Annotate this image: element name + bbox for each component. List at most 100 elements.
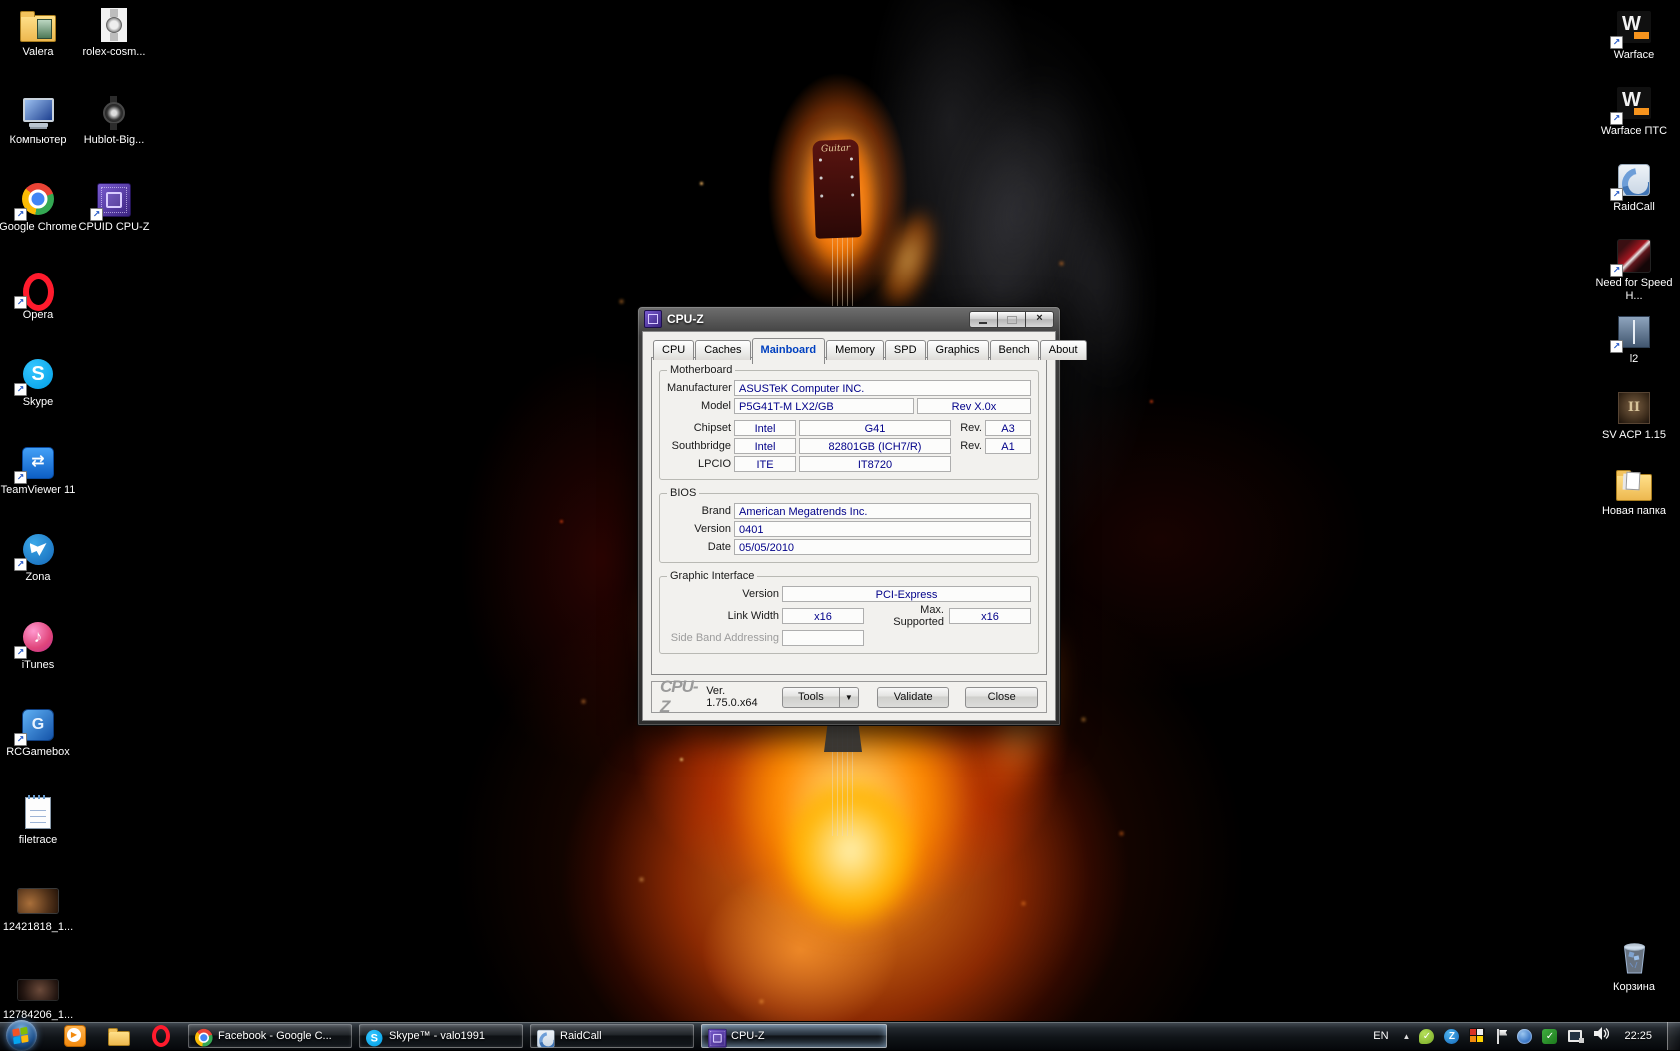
desktop-icon-новая-папка[interactable]: Новая папка (1586, 465, 1680, 518)
taskbar-button-raidcall[interactable]: RaidCall (530, 1024, 694, 1048)
desktop-icon-rolex-cosm[interactable]: rolex-cosm... (66, 6, 162, 59)
side-band-addressing-label: Side Band Addressing (667, 632, 779, 644)
window-titlebar[interactable]: CPU-Z × (642, 307, 1056, 331)
desktop-icon-sv-acp-1-15[interactable]: IISV ACP 1.15 (1586, 389, 1680, 442)
task-button-label: Skype™ - valo1991 (389, 1030, 485, 1042)
desktop-icon-need-for-speed-h[interactable]: ↗Need for Speed H... (1586, 237, 1680, 303)
desktop-icon-cpuid-cpu-z[interactable]: ↗CPUID CPU-Z (66, 181, 162, 234)
guitar-headstock-text: Guitar (812, 143, 858, 155)
desktop-icon-корзина[interactable]: Корзина (1586, 941, 1680, 994)
clock[interactable]: 22:25 (1624, 1030, 1652, 1042)
taskbar-button-cpu-z[interactable]: CPU-Z (701, 1024, 887, 1048)
graphic-interface-group-label: Graphic Interface (667, 570, 757, 582)
show-desktop-button[interactable] (1667, 1022, 1680, 1050)
tab-bench[interactable]: Bench (990, 340, 1039, 360)
desktop-icon-l2[interactable]: ↗ l2 (1586, 313, 1680, 366)
tab-mainboard[interactable]: Mainboard (752, 338, 826, 364)
tools-button[interactable]: Tools (782, 687, 840, 708)
desktop-icon-label: iTunes (0, 659, 86, 672)
network-globe-tray-icon[interactable] (1517, 1029, 1532, 1044)
lineage2-icon: ↗ (1586, 313, 1680, 351)
system-tray: EN ▲ ✓ Z ✓ 22:25 (1368, 1022, 1680, 1050)
shortcut-arrow-icon: ↗ (14, 558, 27, 571)
desktop-icon-12784206-1[interactable]: 12784206_1... (0, 969, 86, 1022)
action-center-flag-tray-icon[interactable] (1495, 1029, 1507, 1044)
close-window-button[interactable]: Close (965, 687, 1038, 708)
shortcut-arrow-icon: ↗ (1610, 36, 1623, 49)
cpuz-window-icon (644, 310, 662, 328)
bios-date-label: Date (667, 541, 731, 553)
watch-photo-icon (66, 6, 162, 44)
lan-connection-tray-icon[interactable] (1567, 1029, 1584, 1044)
shortcut-arrow-icon: ↗ (14, 208, 27, 221)
bios-date-field: 05/05/2010 (734, 539, 1031, 555)
desktop-icon-opera[interactable]: ↗Opera (0, 269, 86, 322)
shortcut-arrow-icon: ↗ (14, 646, 27, 659)
tab-strip: CPUCachesMainboardMemorySPDGraphicsBench… (651, 338, 1047, 358)
tab-memory[interactable]: Memory (826, 340, 884, 360)
bios-group-label: BIOS (667, 487, 699, 499)
desktop-icon-label: Need for Speed H... (1586, 277, 1680, 303)
bios-group: BIOS Brand American Megatrends Inc. Vers… (659, 487, 1039, 563)
tab-cpu[interactable]: CPU (653, 340, 694, 360)
desktop-icon-warface-птс[interactable]: W↗Warface ПТС (1586, 85, 1680, 138)
itunes-icon: ♪↗ (0, 619, 86, 657)
task-button-label: CPU-Z (731, 1030, 765, 1042)
update-check-tray-icon[interactable]: ✓ (1542, 1029, 1557, 1044)
desktop-icon-skype[interactable]: S↗Skype (0, 356, 86, 409)
tab-caches[interactable]: Caches (695, 340, 750, 360)
shortcut-arrow-icon: ↗ (14, 383, 27, 396)
zona-tray-icon[interactable]: Z (1444, 1029, 1459, 1044)
shortcut-arrow-icon: ↗ (14, 733, 27, 746)
tab-graphics[interactable]: Graphics (927, 340, 989, 360)
desktop-icon-rcgamebox[interactable]: G↗RCGamebox (0, 706, 86, 759)
show-hidden-icons-button[interactable]: ▲ (1403, 1032, 1411, 1041)
tab-spd[interactable]: SPD (885, 340, 926, 360)
desktop-icon-zona[interactable]: ↗Zona (0, 531, 86, 584)
shortcut-arrow-icon: ↗ (1610, 188, 1623, 201)
fire-sparks (0, 0, 3, 3)
language-indicator[interactable]: EN (1368, 1028, 1393, 1044)
opera-quicklaunch-icon[interactable] (152, 1025, 170, 1047)
warface-icon: W↗ (1586, 9, 1680, 47)
desktop-icon-label: l2 (1586, 353, 1680, 366)
minimize-button[interactable] (969, 311, 997, 328)
desktop-icon-teamviewer-11[interactable]: ⇄↗TeamViewer 11 (0, 444, 86, 497)
app-version-text: Ver. 1.75.0.x64 (706, 685, 766, 709)
volume-tray-icon[interactable] (1594, 1027, 1609, 1045)
desktop-icon-raidcall[interactable]: ↗RaidCall (1586, 161, 1680, 214)
taskbar-button-facebook-google-c[interactable]: Facebook - Google C... (188, 1024, 352, 1048)
close-button[interactable]: × (1025, 311, 1054, 328)
recycle-bin-icon (1586, 941, 1680, 979)
model-rev-field: Rev X.0x (917, 398, 1031, 414)
gi-version-field: PCI-Express (782, 586, 1031, 602)
desktop-icon-itunes[interactable]: ♪↗ iTunes (0, 619, 86, 672)
validate-button[interactable]: Validate (877, 687, 950, 708)
southbridge-label: Southbridge (667, 440, 731, 452)
desktop-icon-label: SV ACP 1.15 (1586, 429, 1680, 442)
link-width-field: x16 (782, 608, 864, 624)
desktop-icon-filetrace[interactable]: filetrace (0, 794, 86, 847)
lpcio-vendor-field: ITE (734, 456, 796, 472)
desktop-icon-label: 12784206_1... (0, 1009, 86, 1022)
desktop-icon-warface[interactable]: W↗Warface (1586, 9, 1680, 62)
desktop-icon-label: rolex-cosm... (66, 46, 162, 59)
opera-icon: ↗ (0, 269, 86, 307)
taskbar-button-skype-valo1991[interactable]: SSkype™ - valo1991 (359, 1024, 523, 1048)
rubiks-cube-tray-icon[interactable] (1469, 1028, 1485, 1044)
maximize-button[interactable] (997, 311, 1025, 328)
tools-dropdown-button[interactable]: ▼ (840, 687, 859, 708)
shortcut-arrow-icon: ↗ (1610, 112, 1623, 125)
tab-about[interactable]: About (1040, 340, 1087, 360)
green-messenger-tray-icon[interactable]: ✓ (1419, 1029, 1434, 1044)
bios-version-label: Version (667, 523, 731, 535)
chipset-field: G41 (799, 420, 951, 436)
warface-icon: W↗ (1586, 85, 1680, 123)
desktop-icon-12421818-1[interactable]: 12421818_1... (0, 881, 86, 934)
media-player-quicklaunch-icon[interactable]: ▶ (64, 1025, 86, 1047)
windows-explorer-quicklaunch-icon[interactable] (108, 1027, 130, 1046)
start-button[interactable] (6, 1020, 37, 1051)
desktop-icon-hublot-big[interactable]: Hublot-Big... (66, 94, 162, 147)
notepad-file-icon (0, 794, 86, 832)
bios-version-field: 0401 (734, 521, 1031, 537)
